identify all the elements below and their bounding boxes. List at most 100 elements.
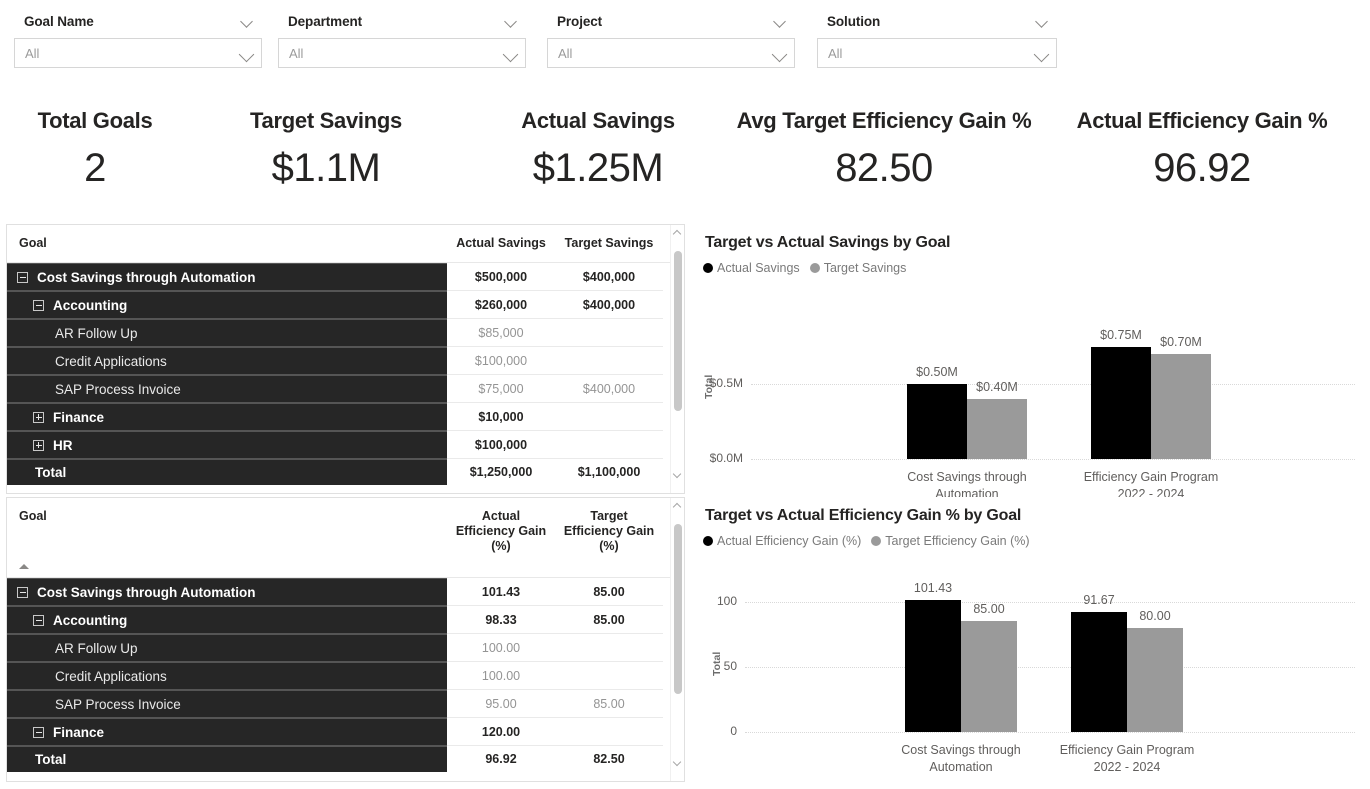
row-header-cell[interactable]: SAP Process Invoice — [7, 690, 447, 718]
slicer-dropdown[interactable]: All — [817, 38, 1057, 68]
scroll-up-icon[interactable] — [672, 229, 682, 239]
savings-matrix-panel[interactable]: Goal Actual Savings Target Savings Cost Sav… — [6, 224, 685, 494]
table-row[interactable]: Finance $10,000 — [7, 403, 684, 431]
scroll-down-icon[interactable] — [672, 469, 682, 479]
bar-target[interactable] — [961, 621, 1017, 732]
slicer-dropdown[interactable]: All — [278, 38, 526, 68]
collapse-icon[interactable] — [17, 271, 28, 283]
scrollbar-thumb[interactable] — [674, 251, 682, 411]
chevron-down-icon[interactable] — [1036, 15, 1049, 28]
column-header-target[interactable]: Target Efficiency Gain (%) — [555, 498, 663, 564]
legend-item[interactable]: Target Savings — [809, 261, 906, 275]
row-header-label: SAP Process Invoice — [55, 696, 181, 712]
legend-item[interactable]: Actual Efficiency Gain (%) — [703, 534, 861, 548]
savings-matrix[interactable]: Goal Actual Savings Target Savings Cost Sav… — [7, 225, 684, 493]
column-header-goal[interactable]: Goal — [7, 498, 447, 533]
row-header-label-wrap: Cost Savings through Automation — [7, 270, 256, 285]
efficiency-chart-plot[interactable]: Total 0 50 100 101.43 85.00 Cost Savings throu… — [689, 554, 1361, 774]
table-row[interactable]: Cost Savings through Automation 101.43 85.… — [7, 578, 684, 606]
row-header-cell[interactable]: AR Follow Up — [7, 634, 447, 662]
efficiency-matrix[interactable]: Goal Actual Efficiency Gain (%) Target Effici… — [7, 498, 684, 781]
row-header-cell[interactable]: Accounting — [7, 291, 447, 319]
chevron-down-icon[interactable] — [241, 15, 254, 28]
chevron-down-icon[interactable] — [774, 15, 787, 28]
cell-target — [555, 347, 663, 375]
chevron-down-icon[interactable] — [504, 47, 517, 60]
table-row[interactable]: Credit Applications $100,000 — [7, 347, 684, 375]
column-header-goal[interactable]: Goal — [7, 225, 447, 260]
row-header-cell[interactable]: AR Follow Up — [7, 319, 447, 347]
bar-target[interactable] — [967, 399, 1027, 459]
row-header-cell[interactable]: Credit Applications — [7, 662, 447, 690]
efficiency-chart-legend[interactable]: Actual Efficiency Gain (%) Target Efficie… — [689, 525, 1366, 548]
chevron-down-icon[interactable] — [240, 47, 253, 60]
savings-chart-legend[interactable]: Actual Savings Target Savings — [689, 252, 1366, 275]
table-row[interactable]: AR Follow Up 100.00 — [7, 634, 684, 662]
expand-icon[interactable] — [33, 439, 44, 451]
table-row[interactable]: HR $100,000 — [7, 431, 684, 459]
table-row[interactable]: Finance 120.00 — [7, 718, 684, 746]
collapse-icon[interactable] — [17, 586, 28, 598]
bar-target[interactable] — [1151, 354, 1211, 459]
bar-actual[interactable] — [1071, 612, 1127, 732]
row-header-cell[interactable]: HR — [7, 431, 447, 459]
slicer-dropdown[interactable]: All — [14, 38, 262, 68]
chevron-down-icon[interactable] — [505, 15, 518, 28]
kpi-card-avg-target-efficiency-gain[interactable]: Avg Target Efficiency Gain % 82.50 — [734, 86, 1034, 218]
table-total-row[interactable]: Total $1,250,000 $1,100,000 — [7, 459, 684, 485]
kpi-card-target-savings[interactable]: Target Savings $1.1M — [190, 86, 462, 218]
row-header-cell[interactable]: Credit Applications — [7, 347, 447, 375]
slicer-department[interactable]: Department All — [278, 8, 526, 76]
row-header-cell[interactable]: Cost Savings through Automation — [7, 263, 447, 291]
row-header-cell[interactable]: Accounting — [7, 606, 447, 634]
kpi-card-actual-savings[interactable]: Actual Savings $1.25M — [462, 86, 734, 218]
savings-bar-chart-panel[interactable]: Target vs Actual Savings by Goal Actual … — [689, 224, 1366, 501]
row-header-cell[interactable]: SAP Process Invoice — [7, 375, 447, 403]
collapse-icon[interactable] — [33, 614, 44, 626]
column-header-actual[interactable]: Actual Savings — [447, 225, 555, 261]
row-header-cell[interactable]: Finance — [7, 718, 447, 746]
legend-swatch-target — [809, 263, 820, 273]
bar-value-label: 91.67 — [1083, 593, 1115, 608]
chevron-down-icon[interactable] — [773, 47, 786, 60]
bar-actual[interactable] — [907, 384, 967, 459]
table-total-row[interactable]: Total 96.92 82.50 — [7, 746, 684, 772]
scroll-up-icon[interactable] — [672, 502, 682, 512]
row-header-cell[interactable]: Cost Savings through Automation — [7, 578, 447, 606]
table-row[interactable]: Accounting $260,000 $400,000 — [7, 291, 684, 319]
efficiency-chart-title: Target vs Actual Efficiency Gain % by Go… — [705, 507, 1022, 524]
column-header-target[interactable]: Target Savings — [555, 225, 663, 261]
table-row[interactable]: SAP Process Invoice $75,000 $400,000 — [7, 375, 684, 403]
kpi-card-total-goals[interactable]: Total Goals 2 — [0, 86, 190, 218]
table-row[interactable]: SAP Process Invoice 95.00 85.00 — [7, 690, 684, 718]
slicer-solution[interactable]: Solution All — [817, 8, 1057, 76]
slicer-dropdown[interactable]: All — [547, 38, 795, 68]
collapse-icon[interactable] — [33, 726, 44, 738]
table-row[interactable]: Cost Savings through Automation $500,000 $… — [7, 263, 684, 291]
dashboard-page: Goal Name All Department All Project All Solut… — [0, 0, 1370, 789]
table-row[interactable]: Credit Applications 100.00 — [7, 662, 684, 690]
efficiency-matrix-panel[interactable]: Goal Actual Efficiency Gain (%) Target Effici… — [6, 497, 685, 782]
collapse-icon[interactable] — [33, 299, 44, 311]
slicer-project[interactable]: Project All — [547, 8, 795, 76]
vertical-scrollbar[interactable] — [670, 225, 684, 493]
expand-icon[interactable] — [33, 411, 44, 423]
scrollbar-thumb[interactable] — [674, 524, 682, 694]
row-header-cell[interactable]: Finance — [7, 403, 447, 431]
column-header-actual[interactable]: Actual Efficiency Gain (%) — [447, 498, 555, 564]
bar-actual[interactable] — [905, 599, 961, 732]
bar-target[interactable] — [1127, 627, 1183, 732]
table-row[interactable]: Accounting 98.33 85.00 — [7, 606, 684, 634]
kpi-card-actual-efficiency-gain[interactable]: Actual Efficiency Gain % 96.92 — [1034, 86, 1370, 218]
bar-actual[interactable] — [1091, 346, 1151, 459]
slicer-goal-name[interactable]: Goal Name All — [14, 8, 262, 76]
scroll-down-icon[interactable] — [672, 757, 682, 767]
vertical-scrollbar[interactable] — [670, 498, 684, 781]
sort-ascending-icon[interactable] — [19, 564, 29, 569]
legend-item[interactable]: Target Efficiency Gain (%) — [871, 534, 1030, 548]
chevron-down-icon[interactable] — [1035, 47, 1048, 60]
legend-item[interactable]: Actual Savings — [703, 261, 800, 275]
savings-chart-plot[interactable]: Total $0.0M $0.5M $0.50M $0.40M Cost Savings … — [689, 281, 1361, 501]
efficiency-bar-chart-panel[interactable]: Target vs Actual Efficiency Gain % by Go… — [689, 497, 1366, 782]
table-row[interactable]: AR Follow Up $85,000 — [7, 319, 684, 347]
